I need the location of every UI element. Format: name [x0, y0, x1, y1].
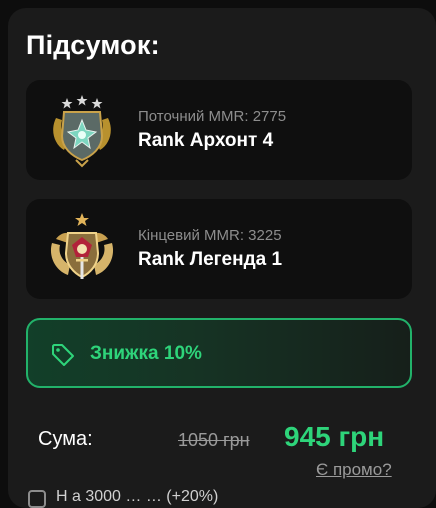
target-mmr-caption: Кінцевий MMR: 3225	[138, 227, 282, 244]
discount-label: Знижка 10%	[90, 343, 202, 364]
target-rank-card: Кінцевий MMR: 3225 Rank Легенда 1	[26, 199, 412, 299]
old-price: 1050 грн	[178, 430, 250, 450]
target-rank-name: Rank Легенда 1	[138, 249, 283, 270]
archon-medal-icon	[53, 95, 111, 168]
discount-badge: Знижка 10%	[26, 318, 412, 388]
summary-title: Підсумок:	[26, 30, 160, 60]
current-rank-card: Поточний MMR: 2775 Rank Архонт 4	[26, 80, 412, 180]
extra-option-checkbox[interactable]	[28, 490, 46, 508]
tag-icon	[52, 344, 74, 366]
sum-label: Сума:	[38, 428, 93, 450]
extra-option-label: Н а 3000 … … (+20%)	[56, 488, 219, 505]
current-mmr-caption: Поточний MMR: 2775	[138, 108, 287, 125]
current-rank-name: Rank Архонт 4	[138, 130, 274, 151]
new-price: 945 грн	[284, 421, 385, 452]
legend-medal-icon	[50, 213, 114, 279]
order-summary-panel: Підсумок: Поточний MMR: 2775 Rank Архонт…	[8, 8, 436, 508]
promo-code-link[interactable]: Є промо?	[316, 460, 392, 480]
